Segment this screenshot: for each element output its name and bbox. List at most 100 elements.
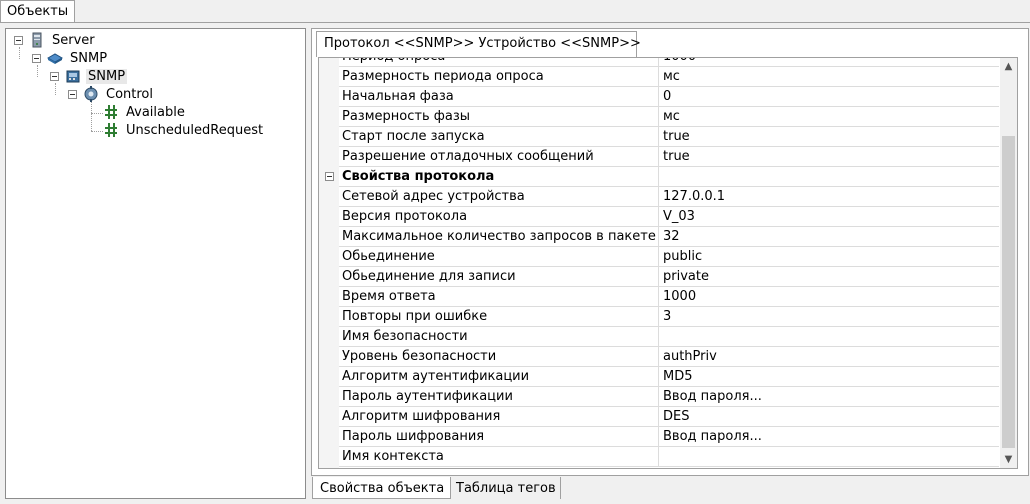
tab-objects-label: Объекты xyxy=(7,4,69,19)
property-name: Разрешение отладочных сообщений xyxy=(339,147,659,167)
property-value[interactable]: 127.0.0.1 xyxy=(660,187,998,207)
property-name: Сетевой адрес устройства xyxy=(339,187,659,207)
property-value[interactable]: Ввод пароля... xyxy=(660,387,998,407)
property-grid[interactable]: Период опроса 1000 Размерность периода о… xyxy=(318,57,1018,469)
tree-node-label: Available xyxy=(126,104,185,120)
property-name: Размерность периода опроса xyxy=(339,67,659,87)
property-row[interactable]: Уровень безопасности authPriv xyxy=(339,347,999,367)
property-value[interactable]: мс xyxy=(660,107,998,127)
tree-node-control[interactable]: Control xyxy=(68,85,155,103)
tree-node-server[interactable]: Server xyxy=(14,31,97,49)
collapse-toggle[interactable] xyxy=(50,71,59,81)
server-icon xyxy=(32,32,42,48)
tree-connector xyxy=(91,113,103,114)
property-row[interactable]: Начальная фаза 0 xyxy=(339,87,999,107)
property-row[interactable]: Имя контекста xyxy=(339,447,999,467)
tree-node-label: SNMP xyxy=(70,50,108,66)
control-icon xyxy=(84,86,98,102)
property-name: Повторы при ошибке xyxy=(339,307,659,327)
property-name: Пароль аутентификации xyxy=(339,387,659,407)
property-value[interactable]: true xyxy=(660,127,998,147)
property-value[interactable]: private xyxy=(660,267,998,287)
property-row[interactable]: Размерность фазы мс xyxy=(339,107,999,127)
property-name: Период опроса xyxy=(339,58,659,67)
property-value[interactable]: 1000 xyxy=(660,58,998,67)
tab-protocol-device[interactable]: Протокол <<SNMP>> Устройство <<SNMP>> xyxy=(316,31,641,57)
property-value[interactable]: true xyxy=(660,147,998,167)
property-name: Обьединение xyxy=(339,247,659,267)
property-row[interactable]: Максимальное количество запросов в пакет… xyxy=(339,227,999,247)
property-name: Обьединение для записи xyxy=(339,267,659,287)
tab-protocol-device-label: Протокол <<SNMP>> Устройство <<SNMP>> xyxy=(324,36,641,51)
property-name: Время ответа xyxy=(339,287,659,307)
tab-strip-line xyxy=(0,22,1030,23)
object-tree[interactable]: Server SNMP SNMP Control Available Unsch… xyxy=(5,28,306,499)
property-category[interactable]: Свойства протокола xyxy=(339,167,999,187)
tree-node-label: Server xyxy=(52,32,95,48)
tree-node-unscheduled-request[interactable]: UnscheduledRequest xyxy=(103,121,265,139)
property-row[interactable]: Обьединение для записи private xyxy=(339,267,999,287)
property-name: Алгоритм аутентификации xyxy=(339,367,659,387)
property-row[interactable]: Старт после запуска true xyxy=(339,127,999,147)
tree-node-available[interactable]: Available xyxy=(103,103,187,121)
network-icon xyxy=(47,53,63,64)
collapse-category-toggle[interactable] xyxy=(325,172,334,181)
property-value[interactable]: public xyxy=(660,247,998,267)
property-value[interactable]: V_03 xyxy=(660,207,998,227)
property-name: Имя безопасности xyxy=(339,327,659,347)
tree-node-snmp-network[interactable]: SNMP xyxy=(32,49,109,67)
property-row[interactable]: Алгоритм аутентификации MD5 xyxy=(339,367,999,387)
property-name: Алгоритм шифрования xyxy=(339,407,659,427)
device-icon xyxy=(66,70,80,83)
property-name: Старт после запуска xyxy=(339,127,659,147)
property-row[interactable]: Период опроса 1000 xyxy=(339,58,999,67)
property-value[interactable]: DES xyxy=(660,407,998,427)
property-row[interactable]: Пароль аутентификации Ввод пароля... xyxy=(339,387,999,407)
collapse-toggle[interactable] xyxy=(14,35,23,45)
tree-connector xyxy=(91,101,92,131)
property-row[interactable]: Имя безопасности xyxy=(339,327,999,347)
property-name: Пароль шифрования xyxy=(339,427,659,447)
property-row[interactable]: Размерность периода опроса мс xyxy=(339,67,999,87)
property-row[interactable]: Обьединение public xyxy=(339,247,999,267)
property-name: Уровень безопасности xyxy=(339,347,659,367)
property-row[interactable]: Повторы при ошибке 3 xyxy=(339,307,999,327)
tab-objects[interactable]: Объекты xyxy=(0,0,75,23)
property-row[interactable]: Версия протокола V_03 xyxy=(339,207,999,227)
property-value[interactable]: 32 xyxy=(660,227,998,247)
property-value[interactable] xyxy=(660,447,998,467)
property-name: Размерность фазы xyxy=(339,107,659,127)
scroll-down-icon[interactable]: ▼ xyxy=(1000,451,1017,468)
property-value[interactable]: MD5 xyxy=(660,367,998,387)
property-value[interactable]: authPriv xyxy=(660,347,998,367)
property-value[interactable]: Ввод пароля... xyxy=(660,427,998,447)
tab-object-properties[interactable]: Свойства объекта xyxy=(312,477,451,499)
tree-connector xyxy=(91,131,103,132)
property-value[interactable]: 3 xyxy=(660,307,998,327)
property-value[interactable]: 1000 xyxy=(660,287,998,307)
scroll-thumb[interactable] xyxy=(1002,136,1015,448)
property-row[interactable]: Разрешение отладочных сообщений true xyxy=(339,147,999,167)
tag-icon xyxy=(105,105,117,119)
property-value[interactable] xyxy=(660,327,998,347)
property-name: Имя контекста xyxy=(339,447,659,467)
collapse-toggle[interactable] xyxy=(68,89,77,99)
tree-node-label: UnscheduledRequest xyxy=(126,122,264,138)
collapse-toggle[interactable] xyxy=(32,53,41,63)
tree-node-label: Control xyxy=(106,86,153,102)
property-name: Начальная фаза xyxy=(339,87,659,107)
property-value[interactable]: мс xyxy=(660,67,998,87)
property-row[interactable]: Время ответа 1000 xyxy=(339,287,999,307)
property-row[interactable]: Сетевой адрес устройства 127.0.0.1 xyxy=(339,187,999,207)
grid-gutter xyxy=(319,58,339,468)
scroll-up-icon[interactable]: ▲ xyxy=(1000,58,1017,75)
category-name: Свойства протокола xyxy=(339,167,659,187)
tab-tag-table[interactable]: Таблица тегов xyxy=(451,477,561,499)
tag-icon xyxy=(105,123,117,137)
tab-tag-table-label: Таблица тегов xyxy=(456,481,556,496)
tree-node-snmp-device[interactable]: SNMP xyxy=(50,67,128,85)
property-row[interactable]: Пароль шифрования Ввод пароля... xyxy=(339,427,999,447)
vertical-scrollbar[interactable]: ▲ ▼ xyxy=(1000,58,1017,468)
property-value[interactable]: 0 xyxy=(660,87,998,107)
property-row[interactable]: Алгоритм шифрования DES xyxy=(339,407,999,427)
